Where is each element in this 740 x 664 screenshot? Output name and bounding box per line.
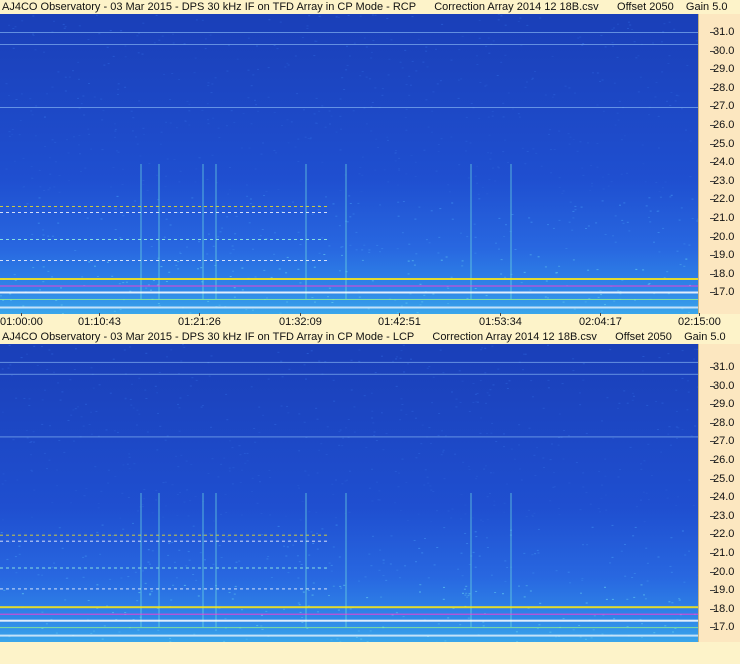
rcp-spectrogram-graphic bbox=[0, 14, 698, 314]
freq-tick-label: 19.0 bbox=[709, 584, 735, 597]
freq-tick-label: 24.0 bbox=[709, 491, 735, 504]
freq-tick-label: 23.0 bbox=[709, 509, 735, 522]
lcp-spectrogram-graphic bbox=[0, 344, 698, 642]
time-tick-label: 01:32:09 bbox=[279, 313, 322, 328]
freq-tick-label: 21.0 bbox=[709, 547, 735, 559]
rcp-panel: AJ4CO Observatory - 03 Mar 2015 - DPS 30… bbox=[0, 0, 740, 314]
freq-tick-label: 20.0 bbox=[709, 230, 735, 243]
time-tick-label: 02:04:17 bbox=[579, 313, 622, 328]
freq-tick-label: 31.0 bbox=[709, 361, 735, 373]
freq-tick-label: 30.0 bbox=[709, 44, 735, 57]
freq-tick-label: 26.0 bbox=[709, 119, 735, 131]
freq-tick-label: 19.0 bbox=[709, 249, 735, 262]
freq-tick-label: 28.0 bbox=[709, 81, 735, 94]
time-tick-label: 01:53:34 bbox=[479, 313, 522, 328]
freq-tick-label: 29.0 bbox=[709, 398, 735, 411]
lcp-spectrogram bbox=[0, 344, 698, 642]
freq-tick-label: 22.0 bbox=[709, 193, 735, 206]
freq-tick-label: 18.0 bbox=[709, 602, 735, 615]
time-tick-label: 01:10:43 bbox=[78, 313, 121, 328]
freq-tick-label: 23.0 bbox=[709, 174, 735, 187]
time-tick-label: 01:42:51 bbox=[378, 313, 421, 328]
time-tick-label: 01:00:00 bbox=[0, 313, 43, 328]
freq-tick-label: 27.0 bbox=[709, 100, 735, 113]
freq-tick-label: 27.0 bbox=[709, 435, 735, 448]
time-tick-label: 01:21:26 bbox=[178, 313, 221, 328]
freq-tick-label: 26.0 bbox=[709, 454, 735, 466]
freq-tick-label: 20.0 bbox=[709, 565, 735, 578]
freq-tick-label: 24.0 bbox=[709, 156, 735, 169]
rcp-panel-title: AJ4CO Observatory - 03 Mar 2015 - DPS 30… bbox=[2, 1, 728, 13]
time-axis: 01:00:00 01:10:43 01:21:26 01:32:09 01:42:51… bbox=[0, 313, 740, 330]
lcp-panel-title: AJ4CO Observatory - 03 Mar 2015 - DPS 30… bbox=[2, 331, 726, 343]
freq-tick-label: 17.0 bbox=[709, 286, 735, 299]
freq-tick-label: 18.0 bbox=[709, 267, 735, 280]
freq-tick-label: 21.0 bbox=[709, 212, 735, 224]
lcp-frequency-axis: 31.0 30.0 29.0 28.0 27.0 26.0 25.0 24.0 23.0 22.0… bbox=[698, 344, 740, 642]
lcp-panel: AJ4CO Observatory - 03 Mar 2015 - DPS 30… bbox=[0, 330, 740, 664]
freq-tick-label: 22.0 bbox=[709, 528, 735, 541]
freq-tick-label: 28.0 bbox=[709, 416, 735, 429]
time-tick-label: 02:15:00 bbox=[678, 313, 721, 328]
rcp-spectrogram bbox=[0, 14, 698, 314]
freq-tick-label: 25.0 bbox=[709, 472, 735, 485]
rcp-frequency-axis: 31.0 30.0 29.0 28.0 27.0 26.0 25.0 24.0 23.0 22.0… bbox=[698, 14, 740, 314]
freq-tick-label: 25.0 bbox=[709, 137, 735, 150]
freq-tick-label: 29.0 bbox=[709, 63, 735, 76]
freq-tick-label: 31.0 bbox=[709, 26, 735, 38]
freq-tick-label: 30.0 bbox=[709, 379, 735, 392]
freq-tick-label: 17.0 bbox=[709, 621, 735, 634]
